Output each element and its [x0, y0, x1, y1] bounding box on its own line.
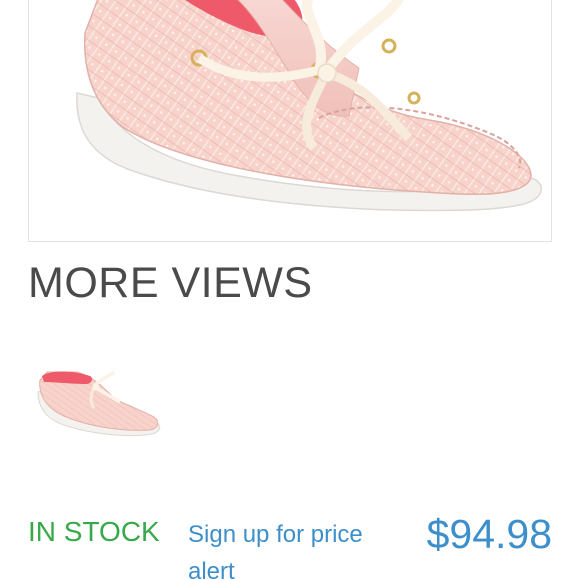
boat-shoe-thumbnail — [37, 370, 161, 437]
more-views-heading: MORE VIEWS — [28, 259, 313, 307]
product-price: $94.98 — [426, 511, 552, 557]
price-alert-link[interactable]: Sign up for price alert — [188, 516, 388, 580]
product-page: MORE VIEWS IN STOCK Sign up for price al — [0, 0, 580, 580]
boat-shoe-illustration — [76, 0, 542, 212]
stock-status: IN STOCK — [28, 516, 160, 547]
product-thumbnail[interactable] — [32, 362, 162, 452]
main-product-image[interactable] — [28, 0, 552, 242]
